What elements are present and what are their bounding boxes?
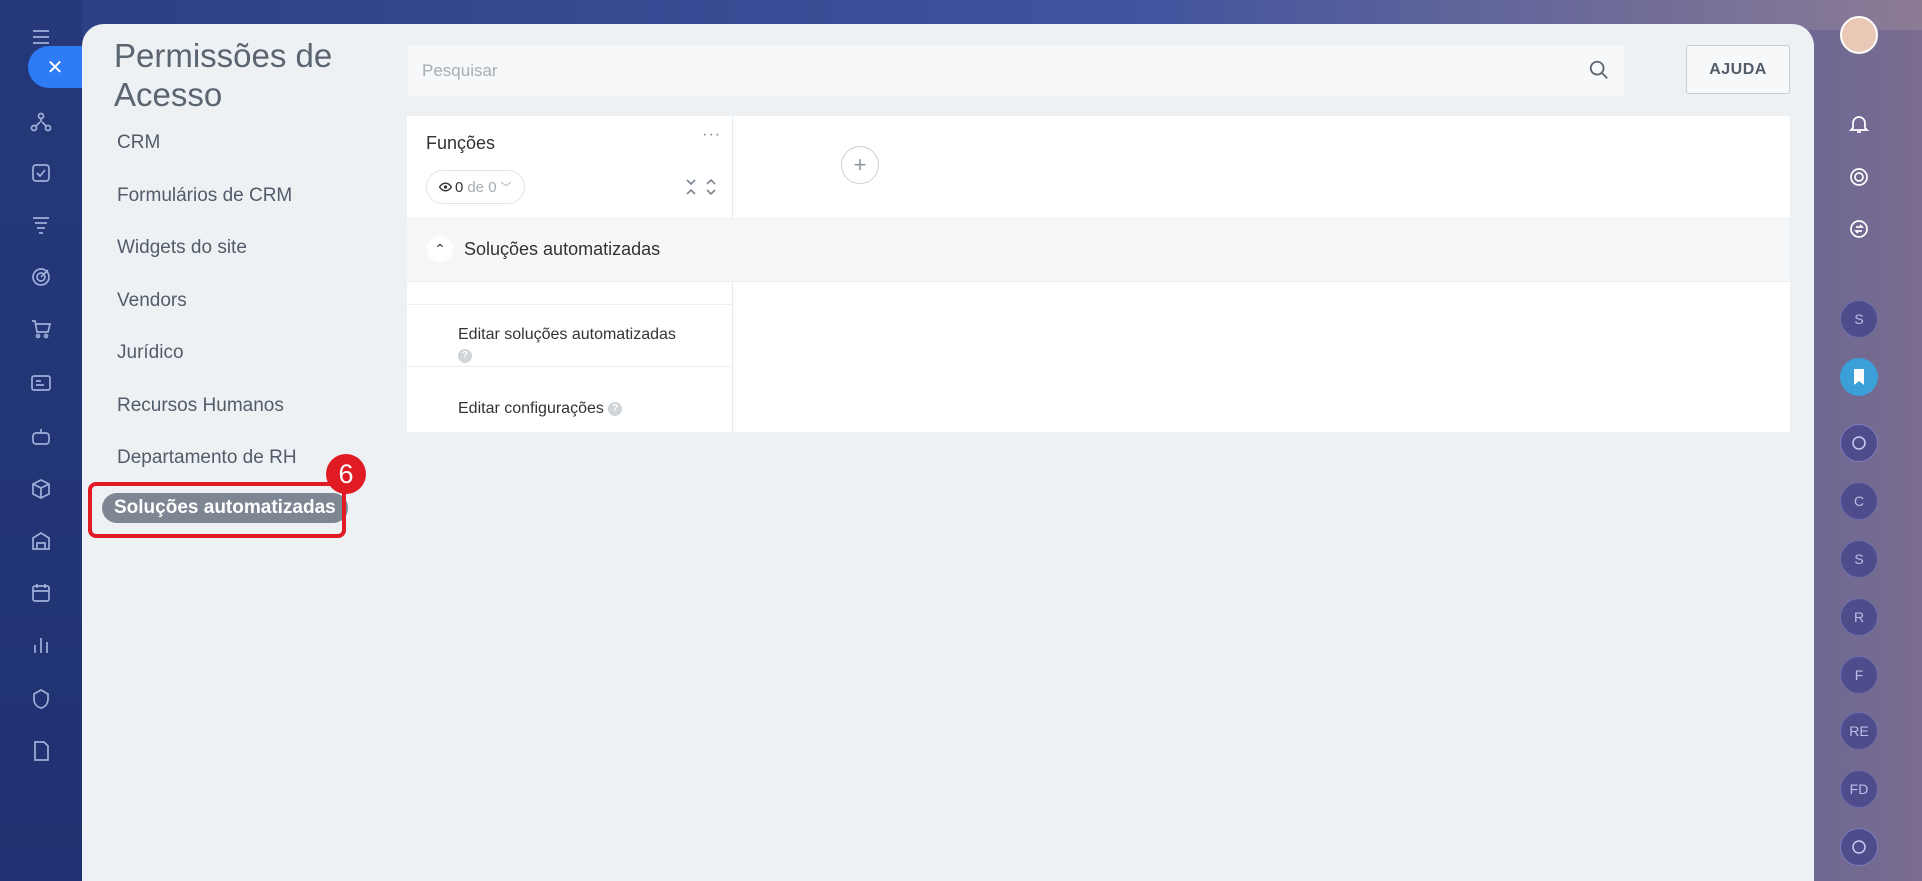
search-input[interactable]: Pesquisar <box>422 61 498 81</box>
chat-avatar[interactable]: S <box>1840 300 1878 338</box>
flow-icon[interactable] <box>28 110 54 136</box>
annotation-step-badge: 6 <box>326 454 366 494</box>
close-slider-button[interactable]: ✕ <box>28 46 82 88</box>
more-options-icon[interactable]: ··· <box>702 126 721 144</box>
shield-icon[interactable] <box>28 686 54 712</box>
tasks-icon[interactable] <box>28 160 54 186</box>
sidebar-item-legal[interactable]: Jurídico <box>117 342 184 364</box>
row-divider <box>407 366 732 367</box>
permission-label: Editar soluções automatizadas <box>458 326 676 343</box>
search-bar[interactable]: Pesquisar <box>408 45 1624 96</box>
document-icon[interactable] <box>28 738 54 764</box>
funnel-icon[interactable] <box>28 212 54 238</box>
chat-avatar[interactable]: C <box>1840 482 1878 520</box>
chat-avatar[interactable]: S <box>1840 540 1878 578</box>
permissions-sidebar: Permissões de Acesso CRM Formulários de … <box>82 24 382 881</box>
radar-icon[interactable] <box>1840 158 1878 196</box>
permissions-grid: Funções ··· 0 de 0 ﹀ + ⌃ Soluções automa… <box>407 116 1790 432</box>
collapse-all-icon[interactable] <box>684 178 698 196</box>
chevron-down-icon: ﹀ <box>500 182 512 194</box>
chevron-up-icon[interactable]: ⌃ <box>427 236 453 262</box>
analytics-icon[interactable] <box>28 632 54 658</box>
calendar-icon[interactable] <box>28 580 54 606</box>
page-title: Permissões de Acesso <box>114 37 333 113</box>
eye-icon <box>439 182 452 192</box>
sidebar-item-crm[interactable]: CRM <box>117 132 160 154</box>
box-icon[interactable] <box>28 476 54 502</box>
robot-icon[interactable] <box>28 424 54 450</box>
bookmark-icon[interactable] <box>1840 358 1878 396</box>
help-button[interactable]: AJUDA <box>1686 45 1790 94</box>
sidebar-item-human-resources[interactable]: Recursos Humanos <box>117 395 284 417</box>
close-icon: ✕ <box>46 56 64 79</box>
left-app-rail <box>0 0 82 881</box>
user-avatar[interactable] <box>1840 16 1878 54</box>
counter-value: 0 <box>455 178 464 196</box>
roles-header: Funções <box>426 133 496 153</box>
sidebar-item-hr-department[interactable]: Departamento de RH <box>117 447 297 469</box>
permission-row-edit-settings: Editar configurações ? <box>458 400 623 418</box>
plus-icon: + <box>853 152 867 177</box>
add-role-button[interactable]: + <box>841 146 879 184</box>
row-divider <box>407 304 732 305</box>
help-hint-icon[interactable]: ? <box>458 349 472 363</box>
help-hint-icon[interactable]: ? <box>608 401 623 416</box>
chat-avatar[interactable]: RE <box>1840 712 1878 750</box>
chat-avatar[interactable]: R <box>1840 598 1878 636</box>
permission-label: Editar configurações <box>458 400 604 417</box>
right-app-rail: S C S R F RE FD <box>1814 0 1922 881</box>
section-label: Soluções automatizadas <box>464 239 661 259</box>
bell-icon[interactable] <box>1840 105 1878 143</box>
target-icon[interactable] <box>28 264 54 290</box>
channel-icon[interactable] <box>1840 424 1878 462</box>
card-icon[interactable] <box>28 370 54 396</box>
sidebar-item-crm-forms[interactable]: Formulários de CRM <box>117 185 292 207</box>
counter-total: de 0 <box>467 178 497 196</box>
store-icon[interactable] <box>28 528 54 554</box>
sidebar-item-site-widgets[interactable]: Widgets do site <box>117 237 247 259</box>
sync-icon[interactable] <box>1840 210 1878 248</box>
chat-avatar[interactable]: FD <box>1840 770 1878 808</box>
cart-icon[interactable] <box>28 316 54 342</box>
permission-row-edit-solutions: Editar soluções automatizadas ? <box>458 326 676 363</box>
channel-icon[interactable] <box>1840 828 1878 866</box>
access-permissions-panel: Permissões de Acesso CRM Formulários de … <box>82 24 1814 881</box>
role-counter-dropdown[interactable]: 0 de 0 ﹀ <box>426 170 525 204</box>
chat-avatar[interactable]: F <box>1840 656 1878 694</box>
search-icon[interactable] <box>1588 59 1610 81</box>
expand-all-icon[interactable] <box>704 178 718 196</box>
section-automated-solutions[interactable]: ⌃ Soluções automatizadas <box>407 218 1790 282</box>
annotation-highlight-box <box>88 482 346 538</box>
sidebar-item-vendors[interactable]: Vendors <box>117 290 187 312</box>
